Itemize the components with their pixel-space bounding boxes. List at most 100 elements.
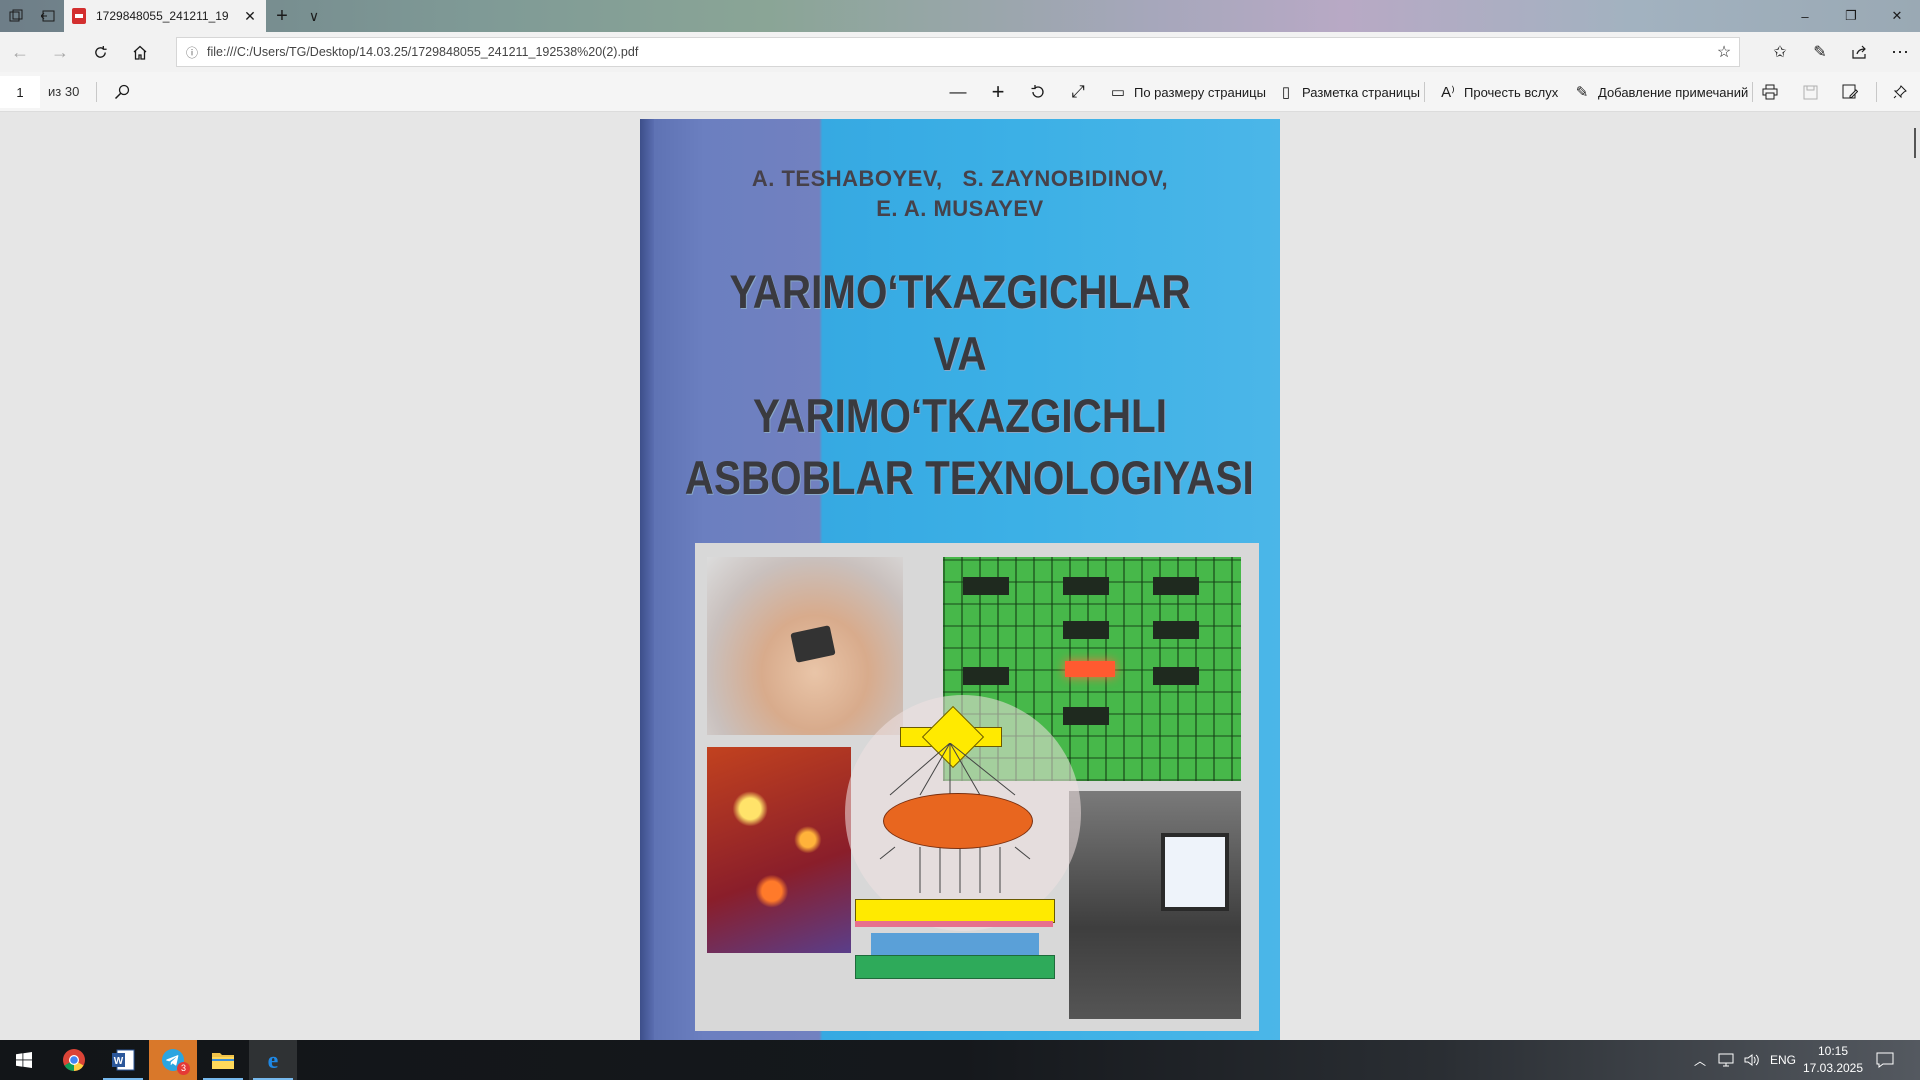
read-aloud-button[interactable]: A⁾ Прочесть вслух [1438,76,1558,108]
layer-pink [855,921,1053,927]
close-window-button[interactable]: ✕ [1874,0,1920,32]
language-indicator[interactable]: ENG [1770,1040,1796,1080]
add-notes-button[interactable]: ✎ Добавление примечаний [1572,76,1749,108]
tab-list-chevron-icon[interactable]: ∨ [298,0,330,32]
print-icon[interactable] [1754,76,1786,108]
favorite-star-icon[interactable]: ☆ [1709,42,1739,62]
authors-line-2: E. A. MUSAYEV [876,196,1044,221]
tray-overflow-chevron-icon[interactable]: ︿ [1694,1040,1706,1080]
address-bar[interactable]: ⓘ file:///C:/Users/TG/Desktop/14.03.25/1… [176,37,1740,67]
layer-yellow [855,899,1055,923]
save-icon[interactable] [1794,76,1826,108]
search-icon[interactable] [106,76,138,108]
pin-toolbar-icon[interactable] [1884,76,1916,108]
toolbar-divider [1752,82,1753,102]
title-line-2: VA [933,327,987,380]
svg-text:e: e [268,1048,279,1072]
fit-page-icon: ▭ [1110,84,1126,101]
clock-time: 10:15 [1817,1044,1849,1058]
ic-chip [963,577,1009,595]
read-aloud-icon: A⁾ [1441,84,1455,101]
tab-close-icon[interactable]: ✕ [242,8,258,25]
page-layout-button[interactable]: ▯ Разметка страницы [1276,76,1420,108]
new-tab-button[interactable]: + [266,0,298,32]
hand-holding-chip-photo [707,557,903,735]
web-note-pen-icon[interactable]: ✎ [1804,36,1836,68]
tab-title: 1729848055_241211_19 [96,9,229,23]
share-icon[interactable] [1844,36,1876,68]
fit-to-page-button[interactable]: ▭ По размеру страницы [1108,76,1266,108]
url-text[interactable]: file:///C:/Users/TG/Desktop/14.03.25/172… [207,45,1709,59]
tab-active-pdf[interactable]: 1729848055_241211_19 ✕ [64,0,266,32]
add-notes-label: Добавление примечаний [1598,84,1749,100]
ic-chip [963,667,1009,685]
title-line-4: ASBOBLAR TEXNOLOGIYASI [684,451,1254,504]
ic-chip [1153,621,1199,639]
full-screen-icon[interactable]: ⤢ [1062,76,1094,108]
refresh-icon[interactable] [84,36,116,68]
layer-green [855,955,1055,979]
monitor-screen [1161,833,1229,911]
set-aside-tabs-icon[interactable] [0,0,32,32]
scroll-thumb[interactable] [1914,128,1916,158]
start-windows-icon[interactable] [0,1040,48,1080]
zoom-out-icon[interactable]: — [942,76,974,108]
toolbar-divider [1876,82,1877,102]
page-number-input[interactable]: 1 [0,76,40,108]
notifications-icon[interactable] [1876,1040,1894,1080]
ic-chip [1063,707,1109,725]
tabs-aside-icon[interactable] [32,0,64,32]
microchip-image [790,625,836,663]
chrome-icon[interactable] [50,1040,98,1080]
file-explorer-icon[interactable] [199,1040,247,1080]
back-arrow-icon[interactable]: ← [4,36,36,68]
page-layout-icon: ▯ [1281,84,1291,101]
toolbar-divider [96,82,97,102]
layer-blue [871,933,1039,955]
page-layout-label: Разметка страницы [1302,84,1420,100]
fit-page-label: По размеру страницы [1134,84,1266,100]
word-icon[interactable]: W [99,1040,147,1080]
minimize-button[interactable]: – [1782,0,1828,32]
book-authors: A. TESHABOYEV, S. ZAYNOBIDINOV, E. A. MU… [640,164,1280,224]
save-as-icon[interactable] [1834,76,1866,108]
led-display [1065,661,1115,677]
read-aloud-label: Прочесть вслух [1464,84,1559,100]
windows-taskbar: W 3 e ︿ ENG 10:15 17.03.2025 [0,1040,1920,1080]
favorites-list-icon[interactable]: ✩ [1764,36,1796,68]
notification-badge: 3 [177,1062,190,1075]
rotate-icon[interactable] [1022,76,1054,108]
site-info-icon[interactable]: ⓘ [177,44,207,61]
book-title: YARIMO‘TKAZGICHLAR VA YARIMO‘TKAZGICHLI … [684,261,1254,509]
telegram-icon[interactable]: 3 [149,1040,197,1080]
navigation-bar: ← → ⓘ file:///C:/Users/TG/Desktop/14.03.… [0,32,1920,72]
edge-icon[interactable]: e [249,1040,297,1080]
title-bar: 1729848055_241211_19 ✕ + ∨ – ❐ ✕ [0,0,1920,32]
ic-chip [1153,577,1199,595]
page-total-label: из 30 [48,84,80,99]
volume-icon[interactable] [1744,1040,1760,1080]
wafer-ellipse [883,793,1033,849]
ic-chip [1063,577,1109,595]
vertical-scrollbar[interactable] [1904,112,1920,1040]
pdf-file-icon [72,8,86,24]
clock-date: 17.03.2025 [1802,1061,1864,1075]
ic-chip [1153,667,1199,685]
more-options-icon[interactable]: ⋯ [1884,36,1916,68]
network-icon[interactable] [1718,1040,1734,1080]
pdf-page-cover: A. TESHABOYEV, S. ZAYNOBIDINOV, E. A. MU… [640,119,1280,1040]
toolbar-divider [1424,82,1425,102]
title-line-3: YARIMO‘TKAZGICHLI [753,389,1167,442]
cover-illustration [695,543,1259,1031]
lab-equipment-photo [1069,791,1241,1019]
pdf-document-viewport[interactable]: A. TESHABOYEV, S. ZAYNOBIDINOV, E. A. MU… [0,112,1920,1040]
forward-arrow-icon[interactable]: → [44,36,76,68]
home-icon[interactable] [124,36,156,68]
system-clock[interactable]: 10:15 17.03.2025 [1798,1043,1868,1077]
optical-fibers-photo [707,747,851,953]
pen-icon: ✎ [1575,84,1589,101]
restore-button[interactable]: ❐ [1828,0,1874,32]
pdf-toolbar: 1 из 30 — + ⤢ ▭ По размеру страницы ▯ Ра… [0,72,1920,112]
cover-spine [640,119,654,1040]
zoom-in-icon[interactable]: + [982,76,1014,108]
